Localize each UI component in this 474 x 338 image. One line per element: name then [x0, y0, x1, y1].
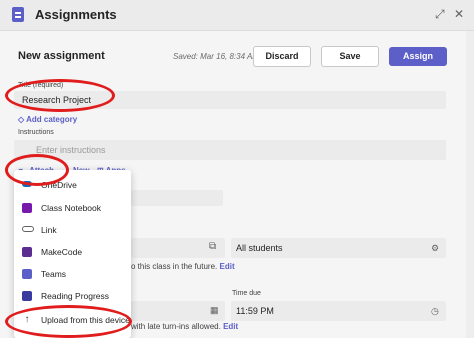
title-bar: Assignments ⤢ ✕: [0, 0, 474, 31]
onenote-icon: [22, 202, 32, 213]
time-due-field[interactable]: 11:59 PM ◷: [231, 301, 446, 321]
menu-item-label: Reading Progress: [41, 291, 110, 301]
time-due-label: Time due: [232, 290, 261, 297]
close-icon[interactable]: ✕: [454, 7, 464, 21]
turnins-text-row: with late turn-ins allowed. Edit: [131, 322, 238, 331]
copy-icon: ⧉: [209, 241, 217, 252]
attach-menu: OneDrive Class Notebook Link MakeCode Te…: [14, 170, 131, 338]
menu-item-onedrive[interactable]: OneDrive: [22, 177, 77, 193]
instructions-input[interactable]: Enter instructions: [14, 140, 446, 160]
menu-item-link[interactable]: Link: [22, 222, 57, 238]
calendar-icon: ▦: [210, 305, 219, 315]
menu-item-label: Upload from this device: [41, 315, 130, 325]
clock-icon: ◷: [431, 306, 439, 316]
menu-item-teams[interactable]: Teams: [22, 266, 66, 282]
menu-item-makecode[interactable]: MakeCode: [22, 244, 82, 260]
class-select[interactable]: ⧉: [131, 238, 225, 258]
add-category-label: Add category: [26, 115, 78, 124]
assignments-app-icon: [12, 7, 24, 22]
title-input-value: Research Project: [22, 95, 92, 105]
save-button[interactable]: Save: [321, 46, 379, 67]
students-value: All students: [236, 243, 283, 253]
title-input[interactable]: Research Project: [14, 91, 446, 109]
saved-status: Saved: Mar 16, 8:34 AM: [173, 52, 259, 61]
teams-icon: [22, 268, 32, 279]
points-field[interactable]: [131, 190, 223, 206]
instructions-placeholder: Enter instructions: [36, 145, 106, 155]
future-students-text: o this class in the future. Edit: [131, 262, 235, 271]
reading-progress-icon: [22, 290, 32, 301]
title-label: Title (required): [18, 82, 64, 89]
menu-item-label: Class Notebook: [41, 203, 102, 213]
scrollbar[interactable]: [466, 31, 474, 338]
date-due-field[interactable]: ▦: [131, 301, 225, 321]
menu-item-label: OneDrive: [41, 180, 77, 190]
page-title: New assignment: [18, 50, 105, 62]
onedrive-icon: [22, 180, 32, 187]
upload-icon: ↑: [24, 313, 30, 325]
turnins-edit-link[interactable]: Edit: [223, 322, 238, 331]
time-due-value: 11:59 PM: [236, 306, 274, 316]
menu-item-reading-progress[interactable]: Reading Progress: [22, 288, 109, 304]
menu-item-label: Teams: [41, 269, 67, 279]
expand-icon[interactable]: ⤢: [435, 7, 445, 22]
menu-item-label: Link: [41, 225, 57, 235]
future-text: o this class in the future.: [131, 262, 218, 271]
people-settings-icon: ⚙: [431, 243, 440, 253]
turnins-text: with late turn-ins allowed.: [131, 322, 221, 331]
future-edit-link[interactable]: Edit: [220, 262, 235, 271]
students-select[interactable]: All students ⚙: [231, 238, 446, 258]
discard-button[interactable]: Discard: [253, 46, 311, 67]
add-category-link[interactable]: ◇ Add category: [18, 115, 77, 124]
menu-item-class-notebook[interactable]: Class Notebook: [22, 200, 101, 216]
tag-icon: ◇: [18, 115, 25, 124]
app-title: Assignments: [35, 7, 117, 22]
instructions-label: Instructions: [18, 129, 54, 136]
menu-item-label: MakeCode: [41, 247, 83, 257]
link-icon: [22, 225, 34, 232]
assign-button[interactable]: Assign: [389, 47, 447, 66]
makecode-icon: [22, 246, 32, 257]
menu-item-upload[interactable]: ↑ Upload from this device: [22, 312, 130, 328]
